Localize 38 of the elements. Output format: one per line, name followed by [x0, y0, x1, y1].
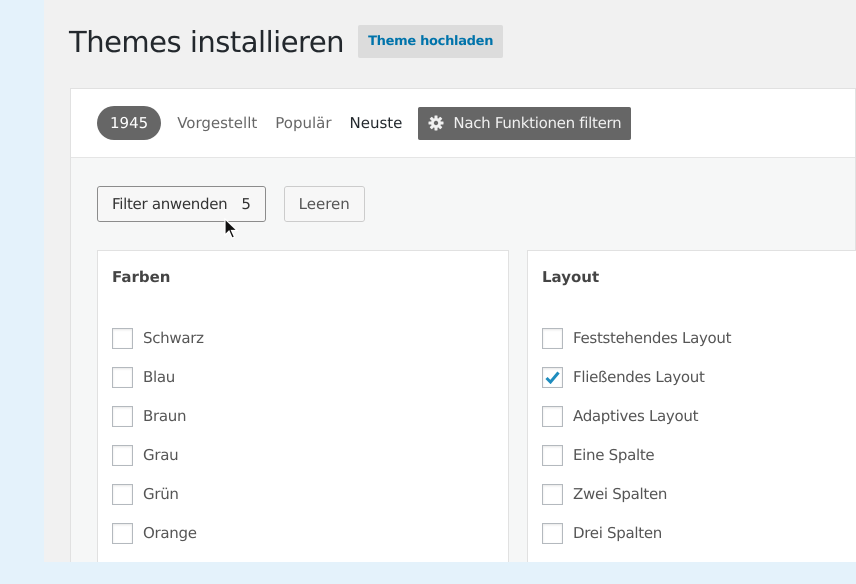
checkbox[interactable] — [542, 523, 563, 544]
checkbox-option[interactable]: Drei Spalten — [542, 514, 856, 553]
filter-tab[interactable]: Populär — [275, 106, 332, 140]
checkbox[interactable] — [112, 445, 133, 466]
checkbox[interactable] — [112, 328, 133, 349]
checkbox-option[interactable]: Braun — [112, 397, 494, 436]
checkbox[interactable] — [112, 406, 133, 427]
checkbox-option[interactable]: Blau — [112, 358, 494, 397]
checkbox[interactable] — [542, 484, 563, 505]
checkbox[interactable] — [542, 445, 563, 466]
checkbox-option[interactable]: Fließendes Layout — [542, 358, 856, 397]
checkbox-option[interactable]: Feststehendes Layout — [542, 319, 856, 358]
mouse-cursor-icon — [224, 218, 238, 240]
gear-icon — [428, 115, 444, 131]
checkbox-option[interactable]: Eine Spalte — [542, 436, 856, 475]
checkbox-option[interactable]: Adaptives Layout — [542, 397, 856, 436]
checkbox[interactable] — [542, 367, 563, 388]
checkbox-option[interactable]: Grau — [112, 436, 494, 475]
checkbox-option[interactable]: Schwarz — [112, 319, 494, 358]
checkbox-option[interactable]: Orange — [112, 514, 494, 553]
group-title: Layout — [542, 267, 600, 288]
group-title: Farben — [112, 267, 172, 288]
theme-count: 1945 — [97, 106, 162, 140]
upload-theme-button[interactable]: Theme hochladen — [358, 25, 504, 58]
apply-filters-button[interactable]: Filter anwenden 5 — [97, 186, 266, 222]
checkbox[interactable] — [542, 328, 563, 349]
clear-button[interactable]: Leeren — [284, 186, 365, 222]
checkbox[interactable] — [112, 484, 133, 505]
page-title: Themes installieren — [69, 24, 344, 60]
feature-filter-button[interactable]: Nach Funktionen filtern — [418, 106, 632, 140]
checkbox[interactable] — [542, 406, 563, 427]
checkmark-icon — [545, 371, 560, 384]
checkbox-option[interactable]: Zwei Spalten — [542, 475, 856, 514]
filter-tab[interactable]: Vorgestellt — [177, 106, 258, 140]
checkbox[interactable] — [112, 523, 133, 544]
checkbox-option[interactable]: Grün — [112, 475, 494, 514]
checkbox[interactable] — [112, 367, 133, 388]
filter-tab[interactable]: Neuste — [350, 106, 402, 140]
